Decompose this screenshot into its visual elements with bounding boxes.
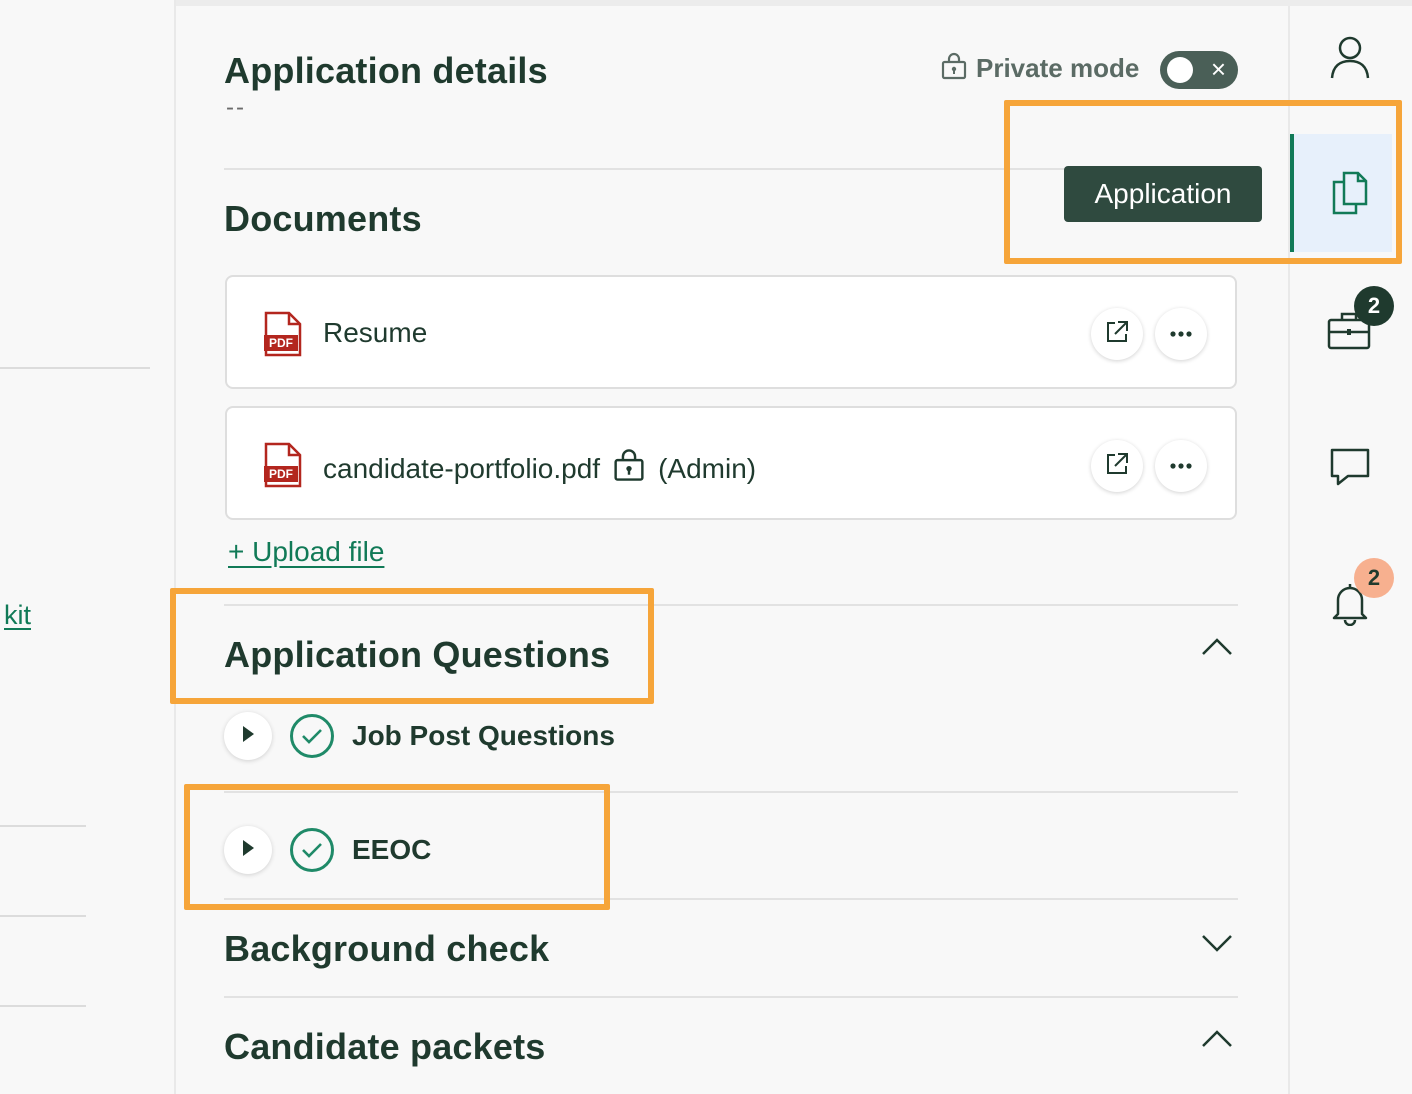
more-options-button[interactable] (1155, 440, 1207, 492)
document-filename[interactable]: candidate-portfolio.pdf (323, 453, 600, 485)
section-divider (224, 996, 1238, 998)
left-divider (0, 915, 86, 917)
private-mode-label: Private mode (976, 53, 1140, 83)
admin-label: (Admin) (658, 452, 757, 484)
pdf-icon: PDF (263, 311, 303, 362)
play-icon (240, 724, 256, 749)
left-divider (0, 367, 150, 369)
document-filename[interactable]: Resume (323, 317, 427, 349)
background-check-title[interactable]: Background check (224, 928, 549, 970)
left-divider (0, 1005, 86, 1007)
highlight-box (170, 588, 654, 704)
left-column: kit (0, 0, 176, 1094)
private-mode: Private mode (940, 52, 1139, 85)
external-link-icon (1104, 451, 1130, 482)
document-card: PDF candidate-portfolio.pdf (Admin) (225, 406, 1237, 520)
close-icon: × (1210, 54, 1226, 84)
expand-button[interactable] (224, 712, 272, 760)
chevron-up-icon[interactable] (1200, 1028, 1234, 1055)
chevron-down-icon[interactable] (1200, 932, 1234, 959)
candidate-packets-title[interactable]: Candidate packets (224, 1026, 546, 1068)
private-mode-toggle[interactable]: × (1160, 51, 1238, 89)
check-circle-icon (290, 714, 334, 758)
highlight-box (184, 784, 610, 910)
svg-text:PDF: PDF (269, 467, 293, 481)
lock-icon (612, 448, 646, 489)
briefcase-badge: 2 (1354, 286, 1394, 326)
open-external-button[interactable] (1091, 440, 1143, 492)
page-title: Application details (224, 50, 548, 91)
chevron-up-icon[interactable] (1200, 636, 1234, 663)
external-link-icon (1104, 319, 1130, 350)
top-border (0, 0, 1412, 6)
toggle-knob (1167, 57, 1193, 83)
documents-title: Documents (224, 198, 422, 239)
document-name: candidate-portfolio.pdf (Admin) (323, 448, 756, 489)
upload-file-link[interactable]: + Upload file (228, 536, 384, 568)
page-subtitle: -- (226, 94, 246, 121)
pdf-icon: PDF (263, 442, 303, 493)
more-options-button[interactable] (1155, 308, 1207, 360)
ellipsis-icon (1169, 325, 1193, 343)
lock-icon (940, 52, 968, 85)
open-external-button[interactable] (1091, 308, 1143, 360)
left-divider (0, 825, 86, 827)
ellipsis-icon (1169, 457, 1193, 475)
kit-link[interactable]: kit (4, 600, 31, 631)
notification-badge: 2 (1354, 558, 1394, 598)
question-label: Job Post Questions (352, 720, 615, 751)
document-name: Resume (323, 317, 427, 349)
svg-text:PDF: PDF (269, 336, 293, 350)
highlight-box (1004, 100, 1402, 264)
document-card: PDF Resume (225, 275, 1237, 389)
person-icon[interactable] (1328, 34, 1372, 85)
chat-icon[interactable] (1328, 446, 1372, 493)
question-row[interactable]: Job Post Questions (224, 712, 615, 760)
